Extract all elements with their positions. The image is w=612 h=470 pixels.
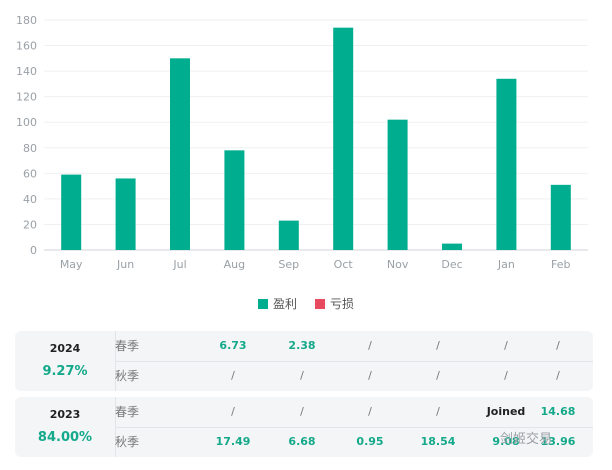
y-tick-label: 140 <box>16 65 37 78</box>
bar[interactable] <box>442 243 462 250</box>
season-cell: / <box>368 405 372 418</box>
year-card-2023: 2023 84.00% 春季 / / / / Joined 14.68 秋季 1… <box>15 397 593 457</box>
bar[interactable] <box>170 58 190 251</box>
x-tick-label: Jun <box>116 258 134 271</box>
bar[interactable] <box>278 220 299 250</box>
season-row: 秋季 / / / / / / <box>115 361 593 391</box>
legend-item-loss[interactable]: 亏损 <box>315 295 354 312</box>
legend-swatch-loss <box>315 298 325 309</box>
y-tick-label: 120 <box>16 91 37 104</box>
bar[interactable] <box>115 178 136 250</box>
season-label: 春季 <box>115 405 140 419</box>
legend-label-loss: 亏损 <box>330 297 355 311</box>
season-cell: / <box>368 339 372 352</box>
y-tick-label: 80 <box>23 142 37 155</box>
y-tick-label: 0 <box>30 244 37 257</box>
season-row: 春季 / / / / Joined 14.68 <box>115 397 593 428</box>
watermark-text: 剑姬交易 <box>500 432 553 447</box>
season-cell: 17.49 <box>215 435 251 448</box>
bar[interactable] <box>387 119 408 251</box>
y-tick-label: 180 <box>16 14 37 27</box>
bar[interactable] <box>550 184 571 250</box>
season-cell: 6.73 <box>219 339 247 352</box>
y-tick-label: 20 <box>23 218 37 231</box>
year-total-return: 84.00% <box>37 430 93 445</box>
year-total-return: 9.27% <box>42 364 88 379</box>
x-tick-label: Aug <box>224 258 245 271</box>
y-axis-ticks: 0 20 40 60 80 100 120 140 160 180 <box>16 14 37 257</box>
season-cell: 18.54 <box>420 435 456 448</box>
x-tick-label: Sep <box>278 258 299 271</box>
profit-bar-chart: 0 20 40 60 80 100 120 140 160 180 May Jun Jul Aug Sep… <box>16 14 588 271</box>
bar[interactable] <box>224 150 245 250</box>
y-tick-label: 60 <box>23 167 37 180</box>
season-cell: / <box>231 369 235 382</box>
season-cell: 0.95 <box>356 435 384 448</box>
x-tick-label: Nov <box>387 258 409 271</box>
chart-bars <box>61 27 571 251</box>
season-row: 春季 6.73 2.38 / / / / <box>115 331 593 362</box>
x-tick-label: Feb <box>551 258 570 271</box>
season-cell: 6.68 <box>288 435 316 448</box>
season-label: 秋季 <box>115 369 140 383</box>
bar[interactable] <box>333 27 354 250</box>
year-label: 2024 <box>49 342 81 355</box>
x-tick-label: Dec <box>441 258 462 271</box>
x-tick-label: Oct <box>334 258 354 271</box>
season-cell: / <box>368 369 372 382</box>
y-tick-label: 40 <box>23 193 37 206</box>
x-tick-label: May <box>60 258 83 271</box>
x-axis-ticks: May Jun Jul Aug Sep Oct Nov Dec Jan Feb <box>60 258 571 271</box>
season-cell: / <box>231 405 235 418</box>
y-tick-label: 100 <box>16 116 37 129</box>
season-cell: / <box>436 405 440 418</box>
season-cell: / <box>556 339 560 352</box>
season-cell: / <box>300 405 304 418</box>
legend-swatch-profit <box>257 298 268 309</box>
bar[interactable] <box>61 174 82 250</box>
season-cell: / <box>300 369 304 382</box>
y-tick-label: 160 <box>16 40 37 53</box>
season-label: 秋季 <box>115 435 140 449</box>
season-cell: 14.68 <box>540 405 576 418</box>
year-summary: 2023 84.00% <box>15 397 116 457</box>
legend-label-profit: 盈利 <box>272 297 297 311</box>
year-label: 2023 <box>49 408 81 421</box>
bar[interactable] <box>496 78 517 251</box>
x-tick-label: Jan <box>497 258 515 271</box>
season-cell: 2.38 <box>288 339 316 352</box>
season-cell: / <box>436 339 440 352</box>
x-tick-label: Jul <box>172 258 186 271</box>
season-cell: / <box>556 369 560 382</box>
year-summary: 2024 9.27% <box>15 331 116 391</box>
year-card-2024: 2024 9.27% 春季 6.73 2.38 / / / / 秋季 / / /… <box>15 331 593 391</box>
legend-item-profit[interactable]: 盈利 <box>257 295 297 312</box>
season-label: 春季 <box>115 339 140 353</box>
season-cell: / <box>436 369 440 382</box>
chart-legend: 盈利 亏损 <box>0 295 612 312</box>
